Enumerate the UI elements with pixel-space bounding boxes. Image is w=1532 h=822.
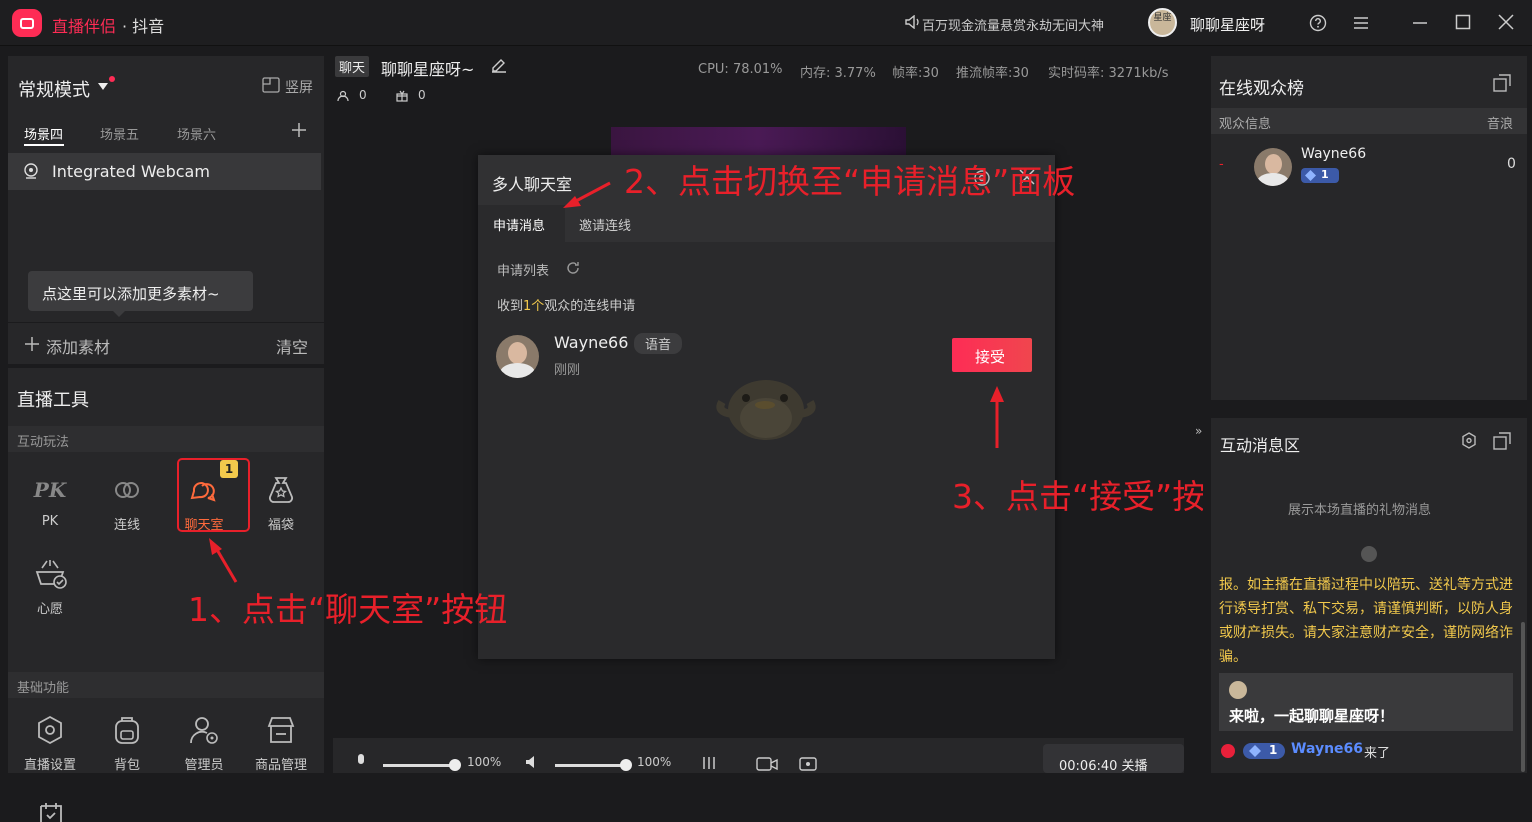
msg-title: 互动消息区 [1220, 436, 1301, 455]
join-text: 来了 [1364, 746, 1391, 761]
join-user[interactable]: Wayne66 [1291, 741, 1363, 757]
gift-empty-text: 展示本场直播的礼物消息 [1288, 503, 1432, 518]
chat-scrollbar[interactable] [1521, 622, 1525, 772]
col-viewer-info: 观众信息 [1219, 117, 1272, 132]
rank-level: 1 [1321, 168, 1329, 181]
join-message: 1 Wayne66 来了 [1219, 740, 1519, 762]
interaction-panel: 互动消息区 展示本场直播的礼物消息 报。如主播在直播过程中以陪玩、送礼等方式进行… [1211, 418, 1527, 773]
rank-number: - [1219, 157, 1224, 172]
welcome-avatar [1229, 681, 1247, 699]
welcome-card: 来啦，一起聊聊星座呀！ [1219, 673, 1513, 731]
calendar-icon[interactable] [38, 802, 64, 822]
rank-table-header: 观众信息 音浪 [1211, 108, 1527, 134]
diamond-icon [1305, 170, 1316, 181]
rank-avatar [1254, 148, 1292, 186]
audience-rank-panel: 在线观众榜 观众信息 音浪 - Wayne66 1 0 [1211, 56, 1527, 400]
rank-title: 在线观众榜 [1219, 79, 1304, 99]
join-level-badge: 1 [1243, 743, 1285, 759]
shield-settings-icon[interactable] [1461, 432, 1477, 450]
join-diamond-icon [1249, 745, 1261, 757]
join-badge-icon [1221, 744, 1235, 758]
msg-popout-icon[interactable] [1493, 432, 1511, 450]
scroll-divider[interactable] [1361, 546, 1377, 562]
col-sound-wave: 音浪 [1487, 117, 1514, 132]
welcome-text: 来啦，一起聊聊星座呀！ [1229, 707, 1395, 725]
popout-icon[interactable] [1493, 74, 1511, 92]
notice-text: 报。如主播在直播过程中以陪玩、送礼等方式进行诱导打赏、私下交易，请谨慎判断，以防… [1219, 577, 1513, 665]
right-sidebar: 在线观众榜 观众信息 音浪 - Wayne66 1 0 互动消息区 展示本场直播… [1203, 46, 1532, 773]
rank-viewer-name: Wayne66 [1301, 146, 1367, 162]
join-level: 1 [1269, 743, 1278, 757]
rank-value: 0 [1507, 156, 1516, 172]
rank-row[interactable]: - Wayne66 1 0 [1211, 144, 1527, 194]
rank-level-badge: 1 [1301, 168, 1339, 183]
